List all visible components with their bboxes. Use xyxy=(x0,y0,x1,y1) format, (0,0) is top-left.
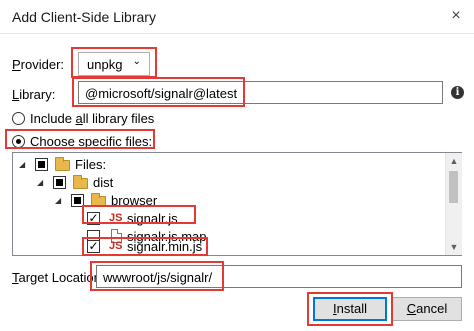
tree-node-label: browser xyxy=(111,193,158,208)
scroll-down-icon[interactable]: ▼ xyxy=(446,239,462,255)
browser-checkbox[interactable] xyxy=(71,194,84,207)
install-button[interactable]: Install xyxy=(313,297,387,321)
library-value: @microsoft/signalr@latest xyxy=(85,86,238,101)
tree-node-signalr-js[interactable]: ✓ JS signalr.js xyxy=(17,211,437,227)
title-bar: Add Client-Side Library × xyxy=(0,0,474,34)
folder-icon xyxy=(91,193,106,207)
collapse-arrow-icon[interactable]: ◢ xyxy=(19,159,29,171)
folder-icon xyxy=(55,157,70,171)
signalr-js-checkbox[interactable]: ✓ xyxy=(87,212,100,225)
tree-node-label: Files: xyxy=(75,157,107,172)
tree-node-signalr-min-js[interactable]: ✓ JS signalr.min.js xyxy=(17,239,437,255)
chevron-down-icon: ⌄ xyxy=(132,56,141,67)
close-icon[interactable]: × xyxy=(446,6,466,26)
dist-checkbox[interactable] xyxy=(53,176,66,189)
tree-node-dist[interactable]: ◢ dist xyxy=(17,175,437,191)
tree-node-label: dist xyxy=(93,175,114,190)
target-location-value: wwwroot/js/signalr/ xyxy=(103,270,213,285)
scroll-up-icon[interactable]: ▲ xyxy=(446,153,462,169)
js-file-icon: JS xyxy=(109,212,123,224)
provider-label: Provider: xyxy=(12,57,65,72)
file-tree[interactable]: ▲ ▼ ◢ Files: ◢ dist ◢ browser ✓ JS signa… xyxy=(12,152,462,256)
folder-icon xyxy=(73,175,88,189)
collapse-arrow-icon[interactable]: ◢ xyxy=(55,195,65,207)
tree-node-files[interactable]: ◢ Files: xyxy=(17,157,437,173)
files-checkbox[interactable] xyxy=(35,158,48,171)
collapse-arrow-icon[interactable]: ◢ xyxy=(37,177,47,189)
tree-node-label: signalr.min.js xyxy=(127,239,203,254)
choose-specific-label[interactable]: Choose specific files: xyxy=(30,134,152,149)
target-location-input[interactable]: wwwroot/js/signalr/ xyxy=(96,265,462,288)
tree-scrollbar[interactable]: ▲ ▼ xyxy=(445,153,462,255)
scrollbar-thumb[interactable] xyxy=(449,171,458,203)
library-input[interactable]: @microsoft/signalr@latest xyxy=(78,81,443,104)
choose-specific-radio[interactable] xyxy=(12,135,25,148)
include-all-radio[interactable] xyxy=(12,112,25,125)
target-location-label: Target Location: xyxy=(12,270,105,285)
info-icon[interactable]: i xyxy=(451,86,464,99)
include-all-label[interactable]: Include all library files xyxy=(30,111,154,126)
provider-dropdown[interactable]: unpkg ⌄ xyxy=(78,52,150,76)
dialog-title: Add Client-Side Library xyxy=(12,9,156,25)
tree-node-browser[interactable]: ◢ browser xyxy=(17,193,437,209)
tree-node-label: signalr.js xyxy=(127,211,178,226)
js-file-icon: JS xyxy=(109,240,123,252)
provider-value: unpkg xyxy=(87,57,123,72)
library-label: Library: xyxy=(12,87,56,102)
cancel-button[interactable]: Cancel xyxy=(392,297,462,321)
signalr-min-js-checkbox[interactable]: ✓ xyxy=(87,240,100,253)
